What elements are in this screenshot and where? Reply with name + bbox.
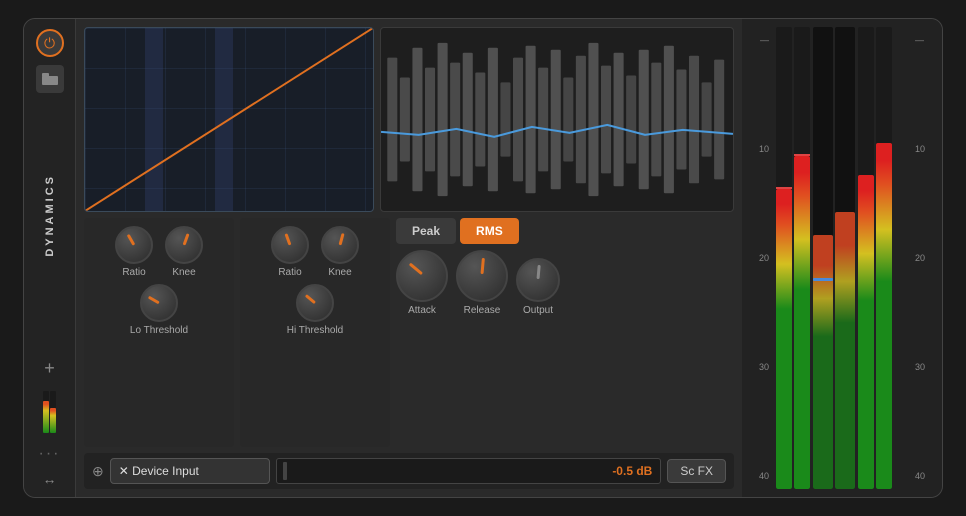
meter-bar-ch1-r <box>794 27 810 489</box>
options-dots[interactable]: ··· <box>39 445 61 463</box>
output-label: Output <box>523 305 553 316</box>
scale-mark-40: 40 <box>748 471 772 481</box>
meter-bar-ch2-l <box>813 27 833 489</box>
waveform-display <box>380 27 734 212</box>
attack-label: Attack <box>408 305 436 316</box>
plugin-container: ⏻ DYNAMICS + ··· ↔ <box>23 18 943 498</box>
scale-mark-10: 10 <box>748 144 772 154</box>
bottom-bar: ⊕ ✕ Device Input -0.5 dB Sc FX <box>84 453 734 489</box>
lo-threshold-group: Lo Threshold <box>130 284 188 336</box>
sc-fx-button[interactable]: Sc FX <box>667 459 726 483</box>
scale-mark-30: 30 <box>748 362 772 372</box>
left-sidebar: ⏻ DYNAMICS + ··· ↔ <box>24 19 76 497</box>
hi-knee-group: Knee <box>321 226 359 278</box>
main-area: Ratio Knee Lo Threshold <box>76 19 742 497</box>
power-button[interactable]: ⏻ <box>36 29 64 57</box>
rms-button[interactable]: RMS <box>460 218 519 244</box>
lo-ratio-label: Ratio <box>122 267 145 278</box>
add-left-button[interactable]: + <box>44 358 55 379</box>
release-group: Release <box>456 250 508 316</box>
meter-bar-ch3-r <box>876 27 892 489</box>
peak-rms-row: Peak RMS <box>396 218 734 244</box>
lo-threshold-label: Lo Threshold <box>130 325 188 336</box>
hi-threshold-label: Hi Threshold <box>287 325 344 336</box>
db-display: -0.5 dB <box>276 458 662 484</box>
meter-bar-2 <box>50 391 56 433</box>
lo-knee-label: Knee <box>172 267 195 278</box>
transfer-curve <box>85 28 373 211</box>
scale-r-mark-10: 10 <box>912 144 936 154</box>
meter-scale-left: — 10 20 30 40 <box>748 27 772 489</box>
route-icon[interactable]: ↔ <box>43 471 57 487</box>
db-value: -0.5 dB <box>612 464 652 478</box>
hi-ratio-group: Ratio <box>271 226 309 278</box>
hi-ratio-knob[interactable] <box>271 226 309 264</box>
dynamics-knobs: Attack Release Output <box>396 250 734 316</box>
peak-button[interactable]: Peak <box>396 218 456 244</box>
hi-knee-label: Knee <box>328 267 351 278</box>
meters-container: — 10 20 30 40 <box>748 27 936 489</box>
hi-controls: Ratio Knee Hi Threshold <box>240 218 390 447</box>
hi-threshold-row: Hi Threshold <box>287 284 344 336</box>
meter-bar-1 <box>43 391 49 433</box>
scale-mark-20: 20 <box>748 253 772 263</box>
release-knob[interactable] <box>456 250 508 302</box>
gr-indicator <box>813 278 833 281</box>
lo-ratio-knob[interactable] <box>115 226 153 264</box>
meter-channel-1 <box>776 27 810 489</box>
lo-knob-row: Ratio Knee <box>115 226 203 278</box>
meter-fill-ch1-r <box>794 156 810 489</box>
scale-r-mark-20: 20 <box>912 253 936 263</box>
meter-bar-ch2-r <box>835 27 855 489</box>
peak-line-ch1-l <box>776 187 792 189</box>
hi-knee-knob[interactable] <box>321 226 359 264</box>
meter-bar-ch1-l <box>776 27 792 489</box>
meter-fill-ch3-r <box>876 143 892 490</box>
lo-ratio-group: Ratio <box>115 226 153 278</box>
attack-knob[interactable] <box>396 250 448 302</box>
device-input-select[interactable]: ✕ Device Input <box>110 458 270 484</box>
meter-channel-2 <box>813 27 855 489</box>
right-controls: Peak RMS Attack Release Output <box>396 218 734 447</box>
lo-knee-group: Knee <box>165 226 203 278</box>
peak-line-ch1-r <box>794 154 810 156</box>
meter-fill-ch3-l <box>858 175 874 489</box>
hi-threshold-knob[interactable] <box>296 284 334 322</box>
scale-r-mark-40: 40 <box>912 471 936 481</box>
hi-threshold-group: Hi Threshold <box>287 284 344 336</box>
output-group: Output <box>516 258 560 316</box>
hi-knob-row: Ratio Knee <box>271 226 359 278</box>
meter-bars-group <box>776 27 908 489</box>
lo-controls: Ratio Knee Lo Threshold <box>84 218 234 447</box>
device-icon: ⊕ <box>92 463 104 480</box>
lo-threshold-knob[interactable] <box>140 284 178 322</box>
meter-fill-ch2-l <box>813 235 833 489</box>
plugin-title: DYNAMICS <box>44 174 56 257</box>
waveform-canvas <box>381 28 733 211</box>
meter-section: — 10 20 30 40 <box>742 19 942 497</box>
hi-ratio-label: Ratio <box>278 267 301 278</box>
scale-r-mark-30: 30 <box>912 362 936 372</box>
lo-threshold-row: Lo Threshold <box>130 284 188 336</box>
scale-mark-0: — <box>748 35 772 45</box>
release-label: Release <box>464 305 501 316</box>
scale-r-mark-0: — <box>912 35 936 45</box>
output-knob[interactable] <box>516 258 560 302</box>
waveform-bars <box>387 43 724 196</box>
controls-area: Ratio Knee Lo Threshold <box>84 218 734 447</box>
bottom-meters-left <box>43 387 56 437</box>
meter-fill-ch2-r <box>835 212 855 489</box>
lo-knee-knob[interactable] <box>165 226 203 264</box>
meter-fill-ch1-l <box>776 189 792 489</box>
folder-button[interactable] <box>36 65 64 93</box>
meter-channel-3 <box>858 27 892 489</box>
top-displays <box>84 27 734 212</box>
meter-scale-right: — 10 20 30 40 <box>912 27 936 489</box>
attack-group: Attack <box>396 250 448 316</box>
db-indicator <box>283 462 287 480</box>
meter-bar-ch3-l <box>858 27 874 489</box>
transfer-display <box>84 27 374 212</box>
